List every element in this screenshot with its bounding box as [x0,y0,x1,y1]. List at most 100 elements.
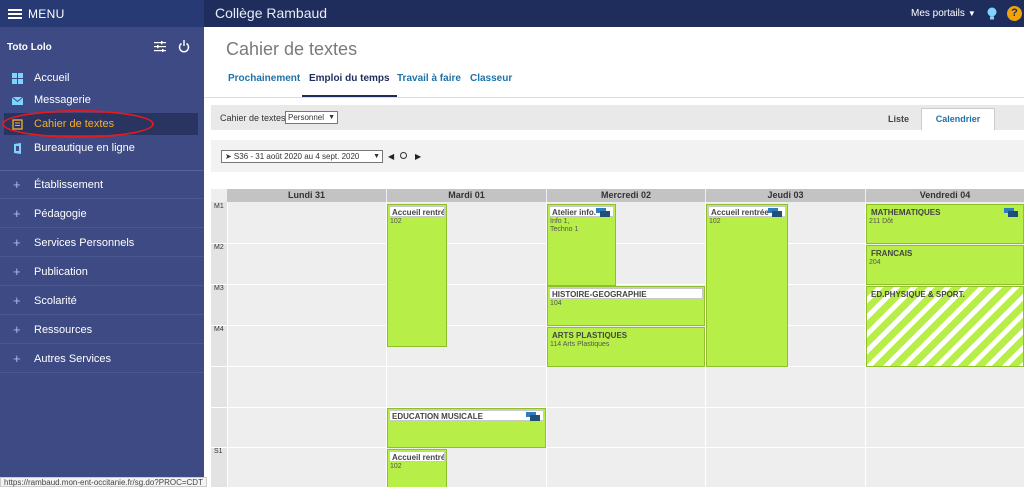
sidebar-group-label: Ressources [34,323,93,336]
school-title[interactable]: Collège Rambaud [215,5,327,21]
event-room: 102 [709,218,721,225]
event-education-musicale[interactable]: EDUCATION MUSICALE [387,408,546,448]
next-week-icon[interactable]: ▶ [415,152,421,161]
event-room: 211 Dôt [869,218,893,225]
sidebar-item-cahier-de-textes[interactable]: Cahier de textes [4,113,198,135]
lightbulb-icon[interactable] [986,7,998,21]
day-header: Mercredi 02 [547,189,705,202]
menu-button[interactable]: MENU [0,0,204,27]
tab-classeur[interactable]: Classeur [463,68,519,97]
divider [204,97,1024,98]
event-francais[interactable]: FRANCAIS 204 [866,245,1024,285]
event-atelier-info[interactable]: Atelier info. Info 1, Techno 1 [547,204,616,286]
office-icon [14,142,21,154]
sidebar-group-services-personnels[interactable]: + Services Personnels [0,229,204,257]
tab-emploi-du-temps[interactable]: Emploi du temps [302,68,397,97]
sidebar-group-label: Publication [34,265,88,278]
document-icon[interactable] [596,208,612,217]
filter-select-value: Personnel [288,113,325,122]
portals-label: Mes portails [911,8,965,19]
sidebar-group-pedagogie[interactable]: + Pédagogie [0,200,204,228]
sidebar-group-scolarite[interactable]: + Scolarité [0,287,204,315]
page-title: Cahier de textes [226,39,358,59]
event-title: FRANCAIS [871,249,913,258]
week-select[interactable]: ➤ S36 - 31 août 2020 au 4 sept. 2020 ▼ [221,150,383,163]
sidebar-group-autres-services[interactable]: + Autres Services [0,345,204,373]
sidebar-item-bureautique[interactable]: Bureautique en ligne [0,137,204,159]
sidebar-group-etablissement[interactable]: + Établissement [0,171,204,199]
power-icon[interactable] [178,40,190,53]
event-arts-plastiques[interactable]: ARTS PLASTIQUES 114 Arts Plastiques [547,327,705,367]
plus-icon: + [13,206,21,221]
plus-icon: + [13,322,21,337]
tab-prochainement[interactable]: Prochainement [221,68,307,97]
event-room: 104 [550,300,562,307]
tab-travail-a-faire[interactable]: Travail à faire [390,68,468,97]
settings-sliders-icon[interactable] [154,41,166,52]
event-title: ED.PHYSIQUE & SPORT. [871,290,965,299]
day-header: Vendredi 04 [866,189,1024,202]
week-navigation: ➤ S36 - 31 août 2020 au 4 sept. 2020 ▼ ◀… [211,140,1024,172]
plus-icon: + [13,235,21,250]
sidebar-group-label: Scolarité [34,294,77,307]
grid-icon [12,72,23,84]
sidebar-item-label: Accueil [34,72,70,84]
filter-bar: Cahier de textes Personnel ▼ Liste Calen… [211,105,1024,130]
plus-icon: + [13,293,21,308]
event-accueil-rentree[interactable]: Accueil rentrée 102 [706,204,788,367]
day-header: Jeudi 03 [706,189,865,202]
plus-icon: + [13,351,21,366]
event-title: HISTOIRE-GEOGRAPHIE [549,288,703,299]
document-icon[interactable] [526,412,542,421]
event-room: Techno 1 [550,226,579,233]
status-bar-url: https://rambaud.mon-ent-occitanie.fr/sg.… [0,477,207,487]
slot-label: M3 [214,285,224,292]
sidebar-item-label: Messagerie [34,94,91,106]
grid-line [211,447,1024,448]
portals-dropdown[interactable]: Mes portails ▼ [911,8,976,19]
hamburger-icon [8,8,22,19]
menu-label: MENU [28,6,65,21]
plus-icon: + [13,264,21,279]
view-list-tab[interactable]: Liste [876,108,921,130]
slot-label: M1 [214,203,224,210]
event-room: 114 Arts Plastiques [550,341,610,348]
caret-down-icon: ▼ [967,9,976,18]
sidebar-group-label: Établissement [34,178,104,191]
event-ed-physique-sport[interactable]: ED.PHYSIQUE & SPORT. [866,286,1024,367]
document-icon[interactable] [768,208,784,217]
event-title: Accueil rentrée [389,206,445,217]
calendar-grid: Lundi 31 Mardi 01 Mercredi 02 Jeudi 03 V… [211,189,1024,487]
event-room: 102 [390,463,402,470]
document-icon[interactable] [1004,208,1020,217]
sidebar-group-label: Services Personnels [34,236,135,249]
event-histoire-geographie[interactable]: HISTOIRE-GEOGRAPHIE 104 [547,286,705,326]
plus-icon: + [13,177,21,192]
sidebar-group-publication[interactable]: + Publication [0,258,204,286]
event-accueil-rentree[interactable]: Accueil rentrée 102 [387,449,447,487]
envelope-icon [12,96,23,105]
grid-line [211,407,1024,408]
view-calendar-tab[interactable]: Calendrier [921,108,995,130]
sidebar: Toto Lolo Accueil Messagerie Cahier de t… [0,27,204,487]
day-header: Mardi 01 [387,189,546,202]
event-title: EDUCATION MUSICALE [389,410,544,421]
grid-line [227,202,228,487]
event-title: ARTS PLASTIQUES [552,331,628,340]
event-room: 102 [390,218,402,225]
help-icon[interactable]: ? [1007,6,1022,21]
event-accueil-rentree[interactable]: Accueil rentrée 102 [387,204,447,347]
current-week-icon[interactable] [400,152,407,159]
sidebar-item-messagerie[interactable]: Messagerie [0,89,204,111]
week-select-value: ➤ S36 - 31 août 2020 au 4 sept. 2020 [225,152,360,161]
sidebar-item-label: Bureautique en ligne [34,142,135,154]
sidebar-group-ressources[interactable]: + Ressources [0,316,204,344]
event-title: MATHEMATIQUES [871,208,941,217]
event-mathematiques[interactable]: MATHEMATIQUES 211 Dôt [866,204,1024,244]
sidebar-group-label: Autres Services [34,352,112,365]
sidebar-item-accueil[interactable]: Accueil [0,67,204,89]
user-name: Toto Lolo [7,42,52,53]
previous-week-icon[interactable]: ◀ [388,152,394,161]
filter-label: Cahier de textes [220,113,286,123]
filter-select[interactable]: Personnel ▼ [285,111,338,124]
